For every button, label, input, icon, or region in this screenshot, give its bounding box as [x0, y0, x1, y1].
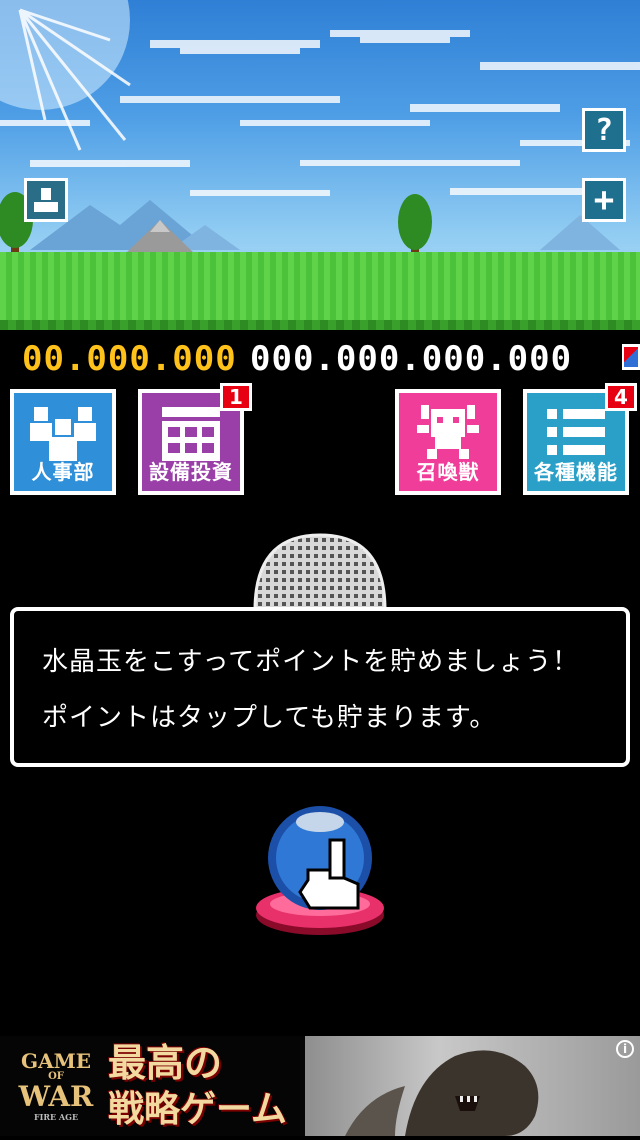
personnel-button[interactable]: 人事部	[7, 386, 119, 498]
summon-button[interactable]: 召喚獣	[392, 386, 504, 498]
bonus-icon[interactable]	[622, 344, 640, 370]
logo-fire-age: FIRE AGE	[33, 1112, 79, 1122]
ad-dragon-image: i	[305, 1036, 640, 1136]
help-icon: ?	[594, 112, 614, 148]
score-counters: 00.000.000 000.000.000.000	[0, 338, 640, 380]
functions-button[interactable]: 各種機能 4	[520, 383, 637, 498]
ad-headline-1: 最高の	[108, 1040, 223, 1085]
dragon-icon	[345, 1050, 539, 1136]
ad-left-panel: GAME OF WAR FIRE AGE 最高の 戦略ゲーム	[0, 1036, 305, 1136]
podium-icon	[34, 188, 58, 212]
facility-badge: 1	[220, 383, 252, 411]
grass-ground	[0, 252, 640, 330]
ranking-button[interactable]	[24, 178, 68, 222]
add-button[interactable]: +	[582, 178, 626, 222]
ad-headline-2: 戦略ゲーム	[108, 1088, 287, 1130]
message-dialog: 水晶玉をこすってポイントを貯めましょう！ ポイントはタップしても貯まります。	[10, 607, 630, 767]
ad-banner[interactable]: GAME OF WAR FIRE AGE 最高の 戦略ゲーム i	[0, 1036, 640, 1136]
logo-game: GAME	[21, 1049, 91, 1073]
dialog-line-1: 水晶玉をこすってポイントを貯めましょう！	[42, 647, 580, 677]
total-counter: 000.000.000.000	[250, 339, 573, 379]
facility-button[interactable]: 設備投資 1	[135, 383, 252, 498]
summon-label: 召喚獣	[416, 460, 480, 484]
ad-info-icon[interactable]: i	[616, 1040, 634, 1058]
game-scene	[0, 0, 640, 330]
functions-badge: 4	[605, 383, 637, 411]
logo-war: WAR	[18, 1080, 94, 1113]
crystal-ball[interactable]	[250, 800, 390, 940]
ad-headline: 最高の 戦略ゲーム	[108, 1040, 287, 1132]
facility-label: 設備投資	[149, 460, 233, 484]
help-button[interactable]: ?	[582, 108, 626, 152]
functions-label: 各種機能	[534, 460, 618, 484]
plus-icon: +	[593, 180, 615, 220]
dialog-line-2: ポイントはタップしても貯まります。	[42, 703, 497, 733]
personnel-label: 人事部	[31, 460, 95, 484]
game-of-war-logo: GAME OF WAR FIRE AGE	[10, 1050, 102, 1122]
mesh-dome-icon	[253, 533, 387, 610]
points-counter: 00.000.000	[22, 339, 237, 379]
